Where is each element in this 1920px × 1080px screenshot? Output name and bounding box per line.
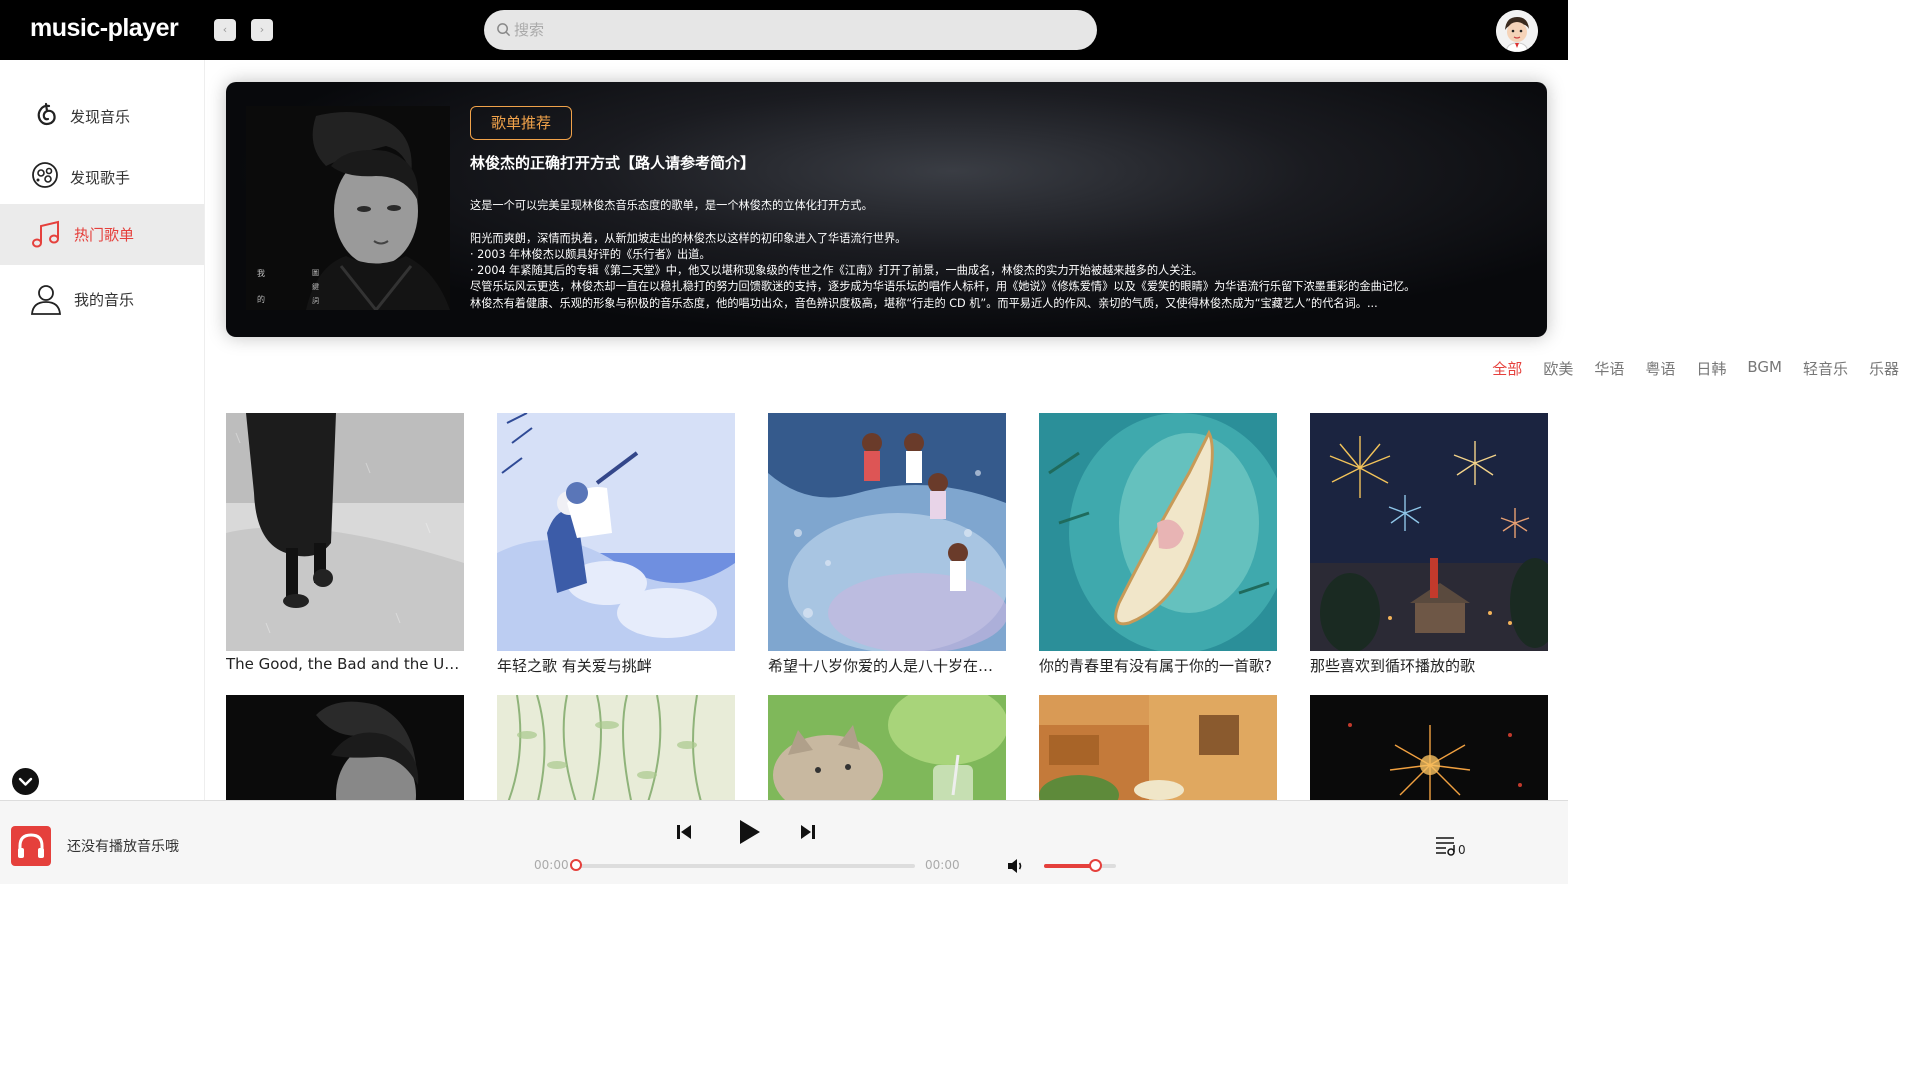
playlist-cover [768,413,1006,651]
playlist-cover [768,695,1006,800]
queue-count: 0 [1458,843,1466,857]
player-bar [0,800,1568,884]
playlist-card[interactable]: 年轻之歌 有关爱与挑衅 [497,413,735,676]
playlist-card[interactable]: 你的青春里有没有属于你的一首歌? [1039,413,1277,676]
mute-button[interactable] [1006,857,1026,875]
playlist-title: 希望十八岁你爱的人是八十岁在你... [768,657,1006,675]
playlist-cover [226,695,464,800]
forward-button[interactable]: › [251,19,273,41]
playlist-cover [497,413,735,651]
volume-icon [1008,859,1022,873]
previous-button[interactable] [672,820,696,844]
next-button[interactable] [796,820,820,844]
search-bar [484,10,1097,50]
chevron-left-icon: ‹ [222,23,228,36]
cover-caption: 我 [257,269,265,278]
playlist-card[interactable] [226,695,464,800]
collapse-player-button[interactable] [12,768,39,795]
cover-caption: 的 [257,295,265,304]
playlist-cover [1310,413,1548,651]
progress-bar[interactable] [575,864,915,868]
volume-level [1044,864,1095,868]
sidebar-item-discover-music[interactable]: 发现音乐 [0,86,204,147]
progress-handle[interactable] [570,859,582,871]
playlist-title: 年轻之歌 有关爱与挑衅 [497,657,652,675]
queue-list-icon [1436,837,1455,856]
sidebar: 发现音乐 发现歌手 热门歌单 我的音乐 [0,60,205,800]
chevron-down-icon [18,777,33,786]
search-input[interactable] [514,16,1074,44]
user-icon [31,285,61,315]
playlist-cover [1310,695,1548,800]
playlist-card[interactable]: 希望十八岁你爱的人是八十岁在你... [768,413,1006,676]
play-icon [740,820,760,844]
sidebar-item-label: 发现歌手 [70,169,131,187]
back-button[interactable]: ‹ [214,19,236,41]
sidebar-item-label: 发现音乐 [70,108,131,126]
cover-caption: 詞 [312,297,319,305]
playlist-card[interactable] [768,695,1006,800]
category-cantonese[interactable]: 粤语 [1645,358,1675,379]
banner-description: 这是一个可以完美呈现林俊杰音乐态度的歌单，是一个林俊杰的立体化打开方式。 阳光而… [470,199,1416,310]
playlist-title: The Good, the Bad and the Ugly [226,655,464,673]
playlist-cover [497,695,735,800]
playlist-title: 那些喜欢到循环播放的歌 [1310,657,1476,675]
sidebar-item-label: 热门歌单 [74,226,135,244]
playlist-card[interactable]: 那些喜欢到循环播放的歌 [1310,413,1548,676]
sidebar-item-my-music[interactable]: 我的音乐 [0,269,204,330]
category-all[interactable]: 全部 [1492,358,1522,379]
category-bgm[interactable]: BGM [1747,358,1782,379]
playlist-cover [1039,695,1277,800]
playlist-title: 你的青春里有没有属于你的一首歌? [1039,657,1272,675]
now-playing-text: 还没有播放音乐哦 [67,839,179,855]
app-logo: music-player [30,14,179,42]
singer-icon [32,162,58,188]
playlist-queue-button[interactable] [1434,835,1458,857]
category-chinese[interactable]: 华语 [1594,358,1624,379]
banner-title: 林俊杰的正确打开方式【路人请参考简介】 [470,154,756,172]
current-time: 00:00 [534,858,569,872]
category-instrumental[interactable]: 乐器 [1869,358,1899,379]
search-icon [497,23,511,37]
sidebar-item-label: 我的音乐 [74,291,135,309]
sidebar-item-hot-playlists[interactable]: 热门歌单 [0,204,204,265]
now-playing-cover[interactable] [11,826,51,866]
music-note-icon [32,220,59,248]
category-western[interactable]: 欧美 [1543,358,1573,379]
playlist-recommend-tag: 歌单推荐 [470,106,572,140]
headphones-icon [18,833,44,858]
total-time: 00:00 [925,858,960,872]
playlist-card[interactable]: The Good, the Bad and the Ugly [226,413,464,673]
cover-caption: 鍵 [312,283,319,291]
netease-music-icon [37,102,56,126]
volume-handle[interactable] [1089,859,1102,872]
cover-caption: 圖 [312,269,319,277]
category-filter: 全部 欧美 华语 粤语 日韩 BGM 轻音乐 乐器 [1471,358,1899,379]
playlist-card[interactable] [1039,695,1277,800]
category-light-music[interactable]: 轻音乐 [1803,358,1848,379]
playlist-card[interactable] [497,695,735,800]
chevron-right-icon: › [259,23,265,36]
previous-track-icon [677,825,691,839]
playlist-cover [1039,413,1277,651]
top-bar: music-player ‹ › [0,0,1568,60]
category-jp-kr[interactable]: 日韩 [1696,358,1726,379]
play-button[interactable] [734,816,764,848]
next-track-icon [801,825,815,839]
playlist-card[interactable] [1310,695,1548,800]
playlist-cover [226,413,464,651]
sidebar-item-discover-singer[interactable]: 发现歌手 [0,147,204,208]
featured-playlist-banner[interactable]: 我 的 圖 鍵 詞 歌单推荐 林俊杰的正确打开方式【路人请参考简介】 这是一个可… [226,82,1547,337]
user-avatar[interactable] [1496,10,1538,52]
banner-cover-image: 我 的 圖 鍵 詞 [246,106,450,310]
volume-slider[interactable] [1044,864,1116,868]
